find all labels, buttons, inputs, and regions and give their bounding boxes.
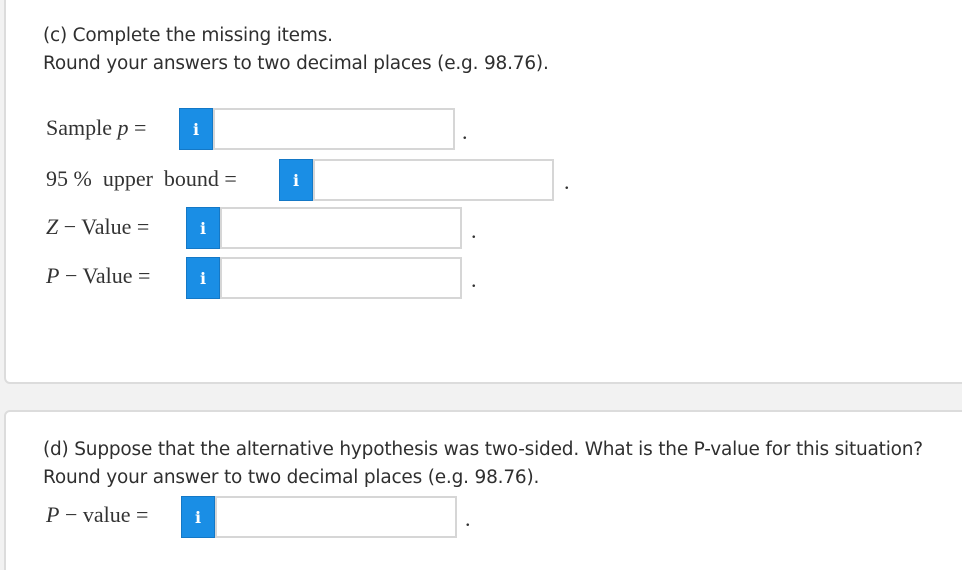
z-value-input[interactable] [220, 207, 462, 249]
upper-bound-info-button[interactable]: i [279, 159, 313, 201]
sample-p-period: . [462, 119, 468, 144]
upper-bound-label-text: 95 % upper bound = [46, 166, 237, 191]
upper-bound-period: . [564, 169, 570, 194]
z-value-label: Z − Value = [46, 212, 149, 242]
upper-bound-input[interactable] [313, 159, 554, 201]
z-value-info-button[interactable]: i [186, 207, 220, 249]
two-sided-p-value-label-suffix: − value = [59, 502, 149, 527]
sample-p-label: Sample p = [46, 113, 146, 143]
z-value-period: . [471, 218, 477, 243]
info-icon: i [199, 218, 207, 238]
p-value-period: . [471, 267, 477, 292]
part-d-question: (d) Suppose that the alternative hypothe… [43, 439, 923, 460]
two-sided-p-value-label-var: P [46, 502, 60, 527]
part-c-instruction: (c) Complete the missing items. [43, 25, 333, 46]
part-c-rounding-note: Round your answers to two decimal places… [43, 53, 549, 74]
p-value-label: P − Value = [46, 261, 150, 291]
part-d-rounding-note: Round your answer to two decimal places … [43, 467, 540, 488]
p-value-info-button[interactable]: i [186, 257, 220, 299]
sample-p-info-button[interactable]: i [179, 108, 213, 150]
z-value-label-var: Z [46, 214, 59, 239]
two-sided-p-value-info-button[interactable]: i [181, 496, 215, 538]
info-icon: i [192, 119, 200, 139]
sample-p-label-suffix: = [128, 115, 147, 140]
upper-bound-label: 95 % upper bound = [46, 164, 237, 194]
info-icon: i [199, 268, 207, 288]
p-value-label-var: P [46, 263, 60, 288]
sample-p-input[interactable] [213, 108, 455, 150]
sample-p-label-text: Sample [46, 115, 112, 140]
info-icon: i [292, 170, 300, 190]
p-value-input[interactable] [220, 257, 462, 299]
p-value-label-suffix: − Value = [59, 263, 151, 288]
sample-p-label-var: p [117, 115, 129, 140]
two-sided-p-value-period: . [465, 506, 471, 531]
z-value-label-suffix: − Value = [58, 214, 150, 239]
two-sided-p-value-label: P − value = [46, 500, 148, 530]
info-icon: i [194, 507, 202, 527]
two-sided-p-value-input[interactable] [215, 496, 457, 538]
